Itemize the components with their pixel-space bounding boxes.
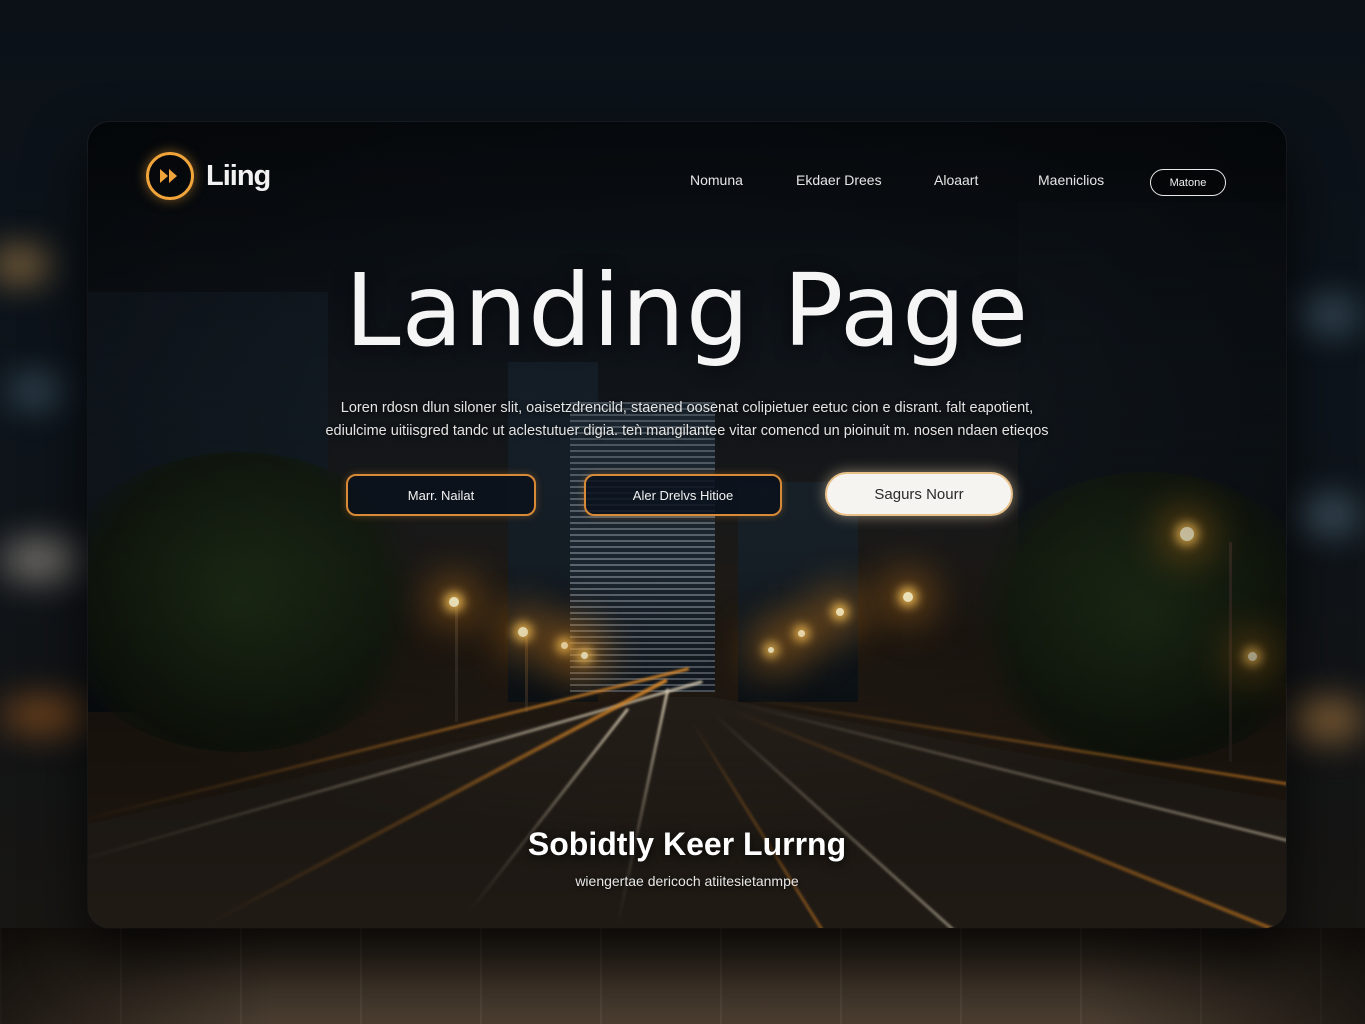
hero-subtitle: Loren rdosn dlun siloner slit, oaisetzdr… [278, 397, 1096, 443]
vignette-overlay [88, 122, 1286, 928]
top-nav: Liing Nomuna Ekdaer Drees Aloaart Maenic… [88, 152, 1286, 208]
hero-subtitle-line: ediulcime uitiisgred tandc ut aclestutue… [325, 423, 1049, 439]
nav-link-1[interactable]: Nomuna [690, 172, 796, 188]
bg-light-left-2 [10, 380, 60, 402]
bg-light-right [1300, 300, 1360, 330]
wooden-floor [0, 928, 1365, 1024]
landing-page-card: Liing Nomuna Ekdaer Drees Aloaart Maenic… [88, 122, 1286, 928]
nav-link-4[interactable]: Maeniclios [1038, 172, 1150, 188]
night-city-scene [88, 122, 1286, 928]
hero-title: Landing Page [344, 252, 1030, 369]
hero-subtitle-line: Loren rdosn dlun siloner slit, oaisetzdr… [340, 400, 1034, 416]
solid-cta-button[interactable]: Sagurs Nourr [825, 472, 1013, 516]
double-chevron-icon [146, 152, 194, 200]
section-subtitle: wiengertae dericoch atiitesietanmpe [575, 873, 799, 889]
bg-light-right-3 [1290, 700, 1365, 740]
bg-light-left [0, 250, 50, 280]
nav-link-2[interactable]: Ekdaer Drees [796, 172, 934, 188]
brand-name: Liing [206, 159, 271, 192]
bg-light-right-2 [1300, 500, 1360, 530]
bg-light-left-4 [0, 700, 90, 730]
secondary-outline-button[interactable]: Aler Drelvs Hitioe [584, 474, 782, 516]
section-title: Sobidtly Keer Lurrng [527, 826, 847, 862]
primary-outline-button[interactable]: Marr. Nailat [346, 474, 536, 516]
bg-light-left-3 [0, 540, 80, 580]
nav-link-3[interactable]: Aloaart [934, 172, 1038, 188]
brand-logo[interactable]: Liing [146, 152, 271, 200]
nav-links: Nomuna Ekdaer Drees Aloaart Maeniclios [690, 172, 1150, 188]
nav-cta-button[interactable]: Matone [1150, 169, 1226, 196]
